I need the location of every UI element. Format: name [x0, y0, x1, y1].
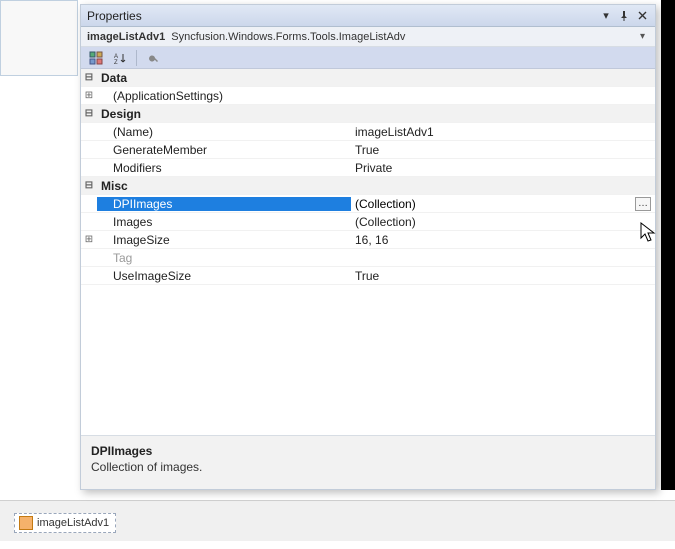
prop-name: Tag	[97, 251, 351, 265]
property-grid: ⊟ Data ⊞ (ApplicationSettings) ⊟ Design …	[81, 69, 655, 435]
collapse-icon[interactable]: ⊟	[81, 69, 97, 87]
prop-value[interactable]: Private	[351, 161, 655, 175]
description-pane: DPIImages Collection of images.	[81, 435, 655, 489]
prop-name: GenerateMember	[97, 143, 351, 157]
prop-value[interactable]: True	[351, 269, 655, 283]
object-name: imageListAdv1	[87, 31, 165, 43]
category-label: Misc	[97, 179, 351, 193]
dropdown-position-button[interactable]: ▾	[597, 8, 615, 24]
autohide-pin-icon[interactable]	[615, 8, 633, 24]
prop-useimagesize[interactable]: UseImageSize True	[81, 267, 655, 285]
properties-toolbar: AZ	[81, 47, 655, 69]
alphabetical-button[interactable]: AZ	[109, 49, 131, 67]
property-pages-button[interactable]	[142, 49, 164, 67]
prop-value[interactable]: 16, 16	[351, 233, 655, 247]
collapse-icon[interactable]: ⊟	[81, 105, 97, 123]
properties-window: Properties ▾ imageListAdv1 Syncfusion.Wi…	[80, 4, 656, 490]
description-text: Collection of images.	[91, 460, 645, 474]
prop-value[interactable]: imageListAdv1	[351, 125, 655, 139]
imagelist-icon	[19, 516, 33, 530]
category-design[interactable]: ⊟ Design	[81, 105, 655, 123]
component-tray-item-label: imageListAdv1	[37, 517, 109, 529]
right-edge-shadow	[661, 0, 675, 490]
category-misc[interactable]: ⊟ Misc	[81, 177, 655, 195]
prop-name: (ApplicationSettings)	[97, 89, 351, 103]
prop-applicationsettings[interactable]: ⊞ (ApplicationSettings)	[81, 87, 655, 105]
prop-name: UseImageSize	[97, 269, 351, 283]
svg-text:Z: Z	[114, 60, 118, 65]
object-selector[interactable]: imageListAdv1 Syncfusion.Windows.Forms.T…	[81, 27, 655, 47]
window-title: Properties	[87, 9, 597, 23]
category-data[interactable]: ⊟ Data	[81, 69, 655, 87]
prop-value[interactable]: True	[351, 143, 655, 157]
category-label: Design	[97, 107, 351, 121]
prop-name: ImageSize	[97, 233, 351, 247]
prop-value[interactable]: (Collection)	[351, 215, 655, 229]
prop-name: DPIImages	[97, 197, 351, 211]
prop-name: Modifiers	[97, 161, 351, 175]
titlebar[interactable]: Properties ▾	[81, 5, 655, 27]
prop-generatemember[interactable]: GenerateMember True	[81, 141, 655, 159]
component-tray: imageListAdv1	[0, 501, 675, 541]
prop-name: Images	[97, 215, 351, 229]
prop-tag[interactable]: Tag	[81, 249, 655, 267]
close-icon[interactable]	[633, 8, 651, 24]
collection-editor-button[interactable]: …	[635, 197, 651, 211]
description-title: DPIImages	[91, 444, 645, 458]
prop-images[interactable]: Images (Collection)	[81, 213, 655, 231]
prop-dpiimages[interactable]: DPIImages (Collection) …	[81, 195, 655, 213]
expand-icon[interactable]: ⊞	[81, 87, 97, 105]
collapse-icon[interactable]: ⊟	[81, 177, 97, 195]
object-type: Syncfusion.Windows.Forms.Tools.ImageList…	[171, 31, 405, 43]
prop-imagesize[interactable]: ⊞ ImageSize 16, 16	[81, 231, 655, 249]
prop-modifiers[interactable]: Modifiers Private	[81, 159, 655, 177]
categorized-button[interactable]	[85, 49, 107, 67]
object-selector-dropdown-icon[interactable]: ▾	[636, 31, 649, 42]
prop-name-row[interactable]: (Name) imageListAdv1	[81, 123, 655, 141]
category-label: Data	[97, 71, 351, 85]
component-placeholder	[0, 0, 78, 76]
prop-name: (Name)	[97, 125, 351, 139]
expand-icon[interactable]: ⊞	[81, 231, 97, 249]
prop-value[interactable]: (Collection) …	[351, 197, 655, 211]
component-tray-item[interactable]: imageListAdv1	[14, 513, 116, 533]
toolbar-separator	[136, 50, 137, 66]
